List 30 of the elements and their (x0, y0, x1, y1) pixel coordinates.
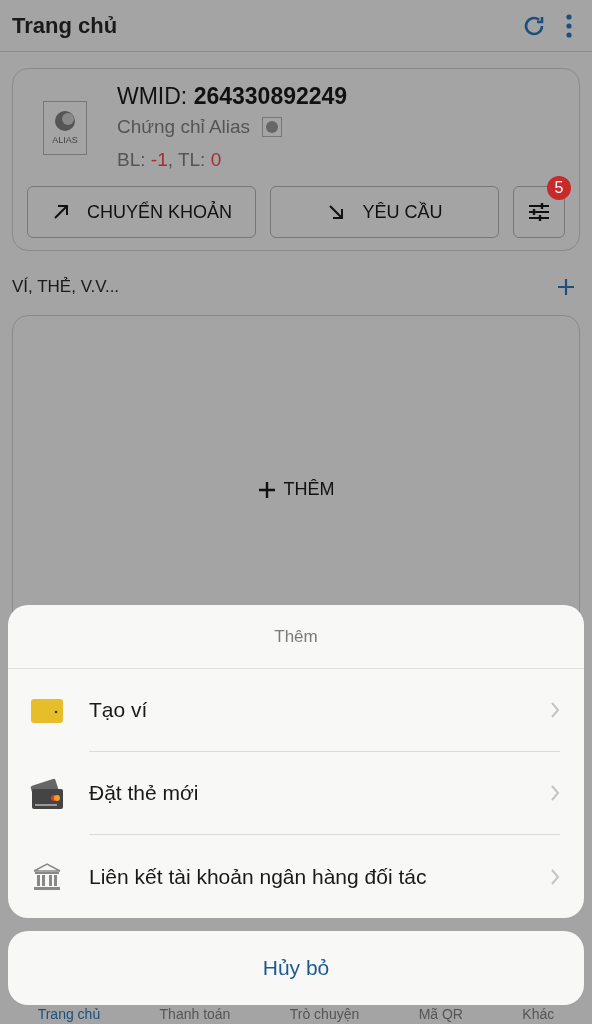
logo-text: ALIAS (52, 136, 78, 145)
request-button[interactable]: YÊU CẦU (270, 186, 499, 238)
section-title: VÍ, THẺ, V.V... (12, 276, 120, 299)
plus-icon (257, 480, 276, 499)
certificate-text: Chứng chỉ Alias (117, 115, 251, 139)
notification-badge: 5 (547, 176, 571, 200)
bank-icon (31, 860, 63, 893)
wallet-icon (30, 697, 64, 724)
cancel-button[interactable]: Hủy bỏ (8, 931, 584, 1005)
sheet-menu-item[interactable]: Liên kết tài khoản ngân hàng đối tác (8, 835, 584, 918)
menu-item-label: Tạo ví (89, 697, 149, 724)
page-title: Trang chủ (12, 12, 118, 40)
sheet-title: Thêm (274, 625, 318, 648)
more-menu-icon[interactable] (566, 13, 572, 38)
menu-item-label: Đặt thẻ mới (89, 780, 200, 807)
certificate-icon (262, 117, 283, 138)
globe-icon (54, 110, 76, 132)
add-text: THÊM (283, 478, 335, 501)
chevron-right-icon (550, 701, 560, 719)
wmid-text: WMID: 264330892249 (117, 82, 348, 111)
balance-text: BL: -1, TL: 0 (117, 147, 223, 172)
sliders-icon (528, 202, 550, 222)
transfer-button[interactable]: CHUYỂN KHOẢN (27, 186, 256, 238)
credit-card-icon (30, 777, 64, 810)
menu-item-label: Liên kết tài khoản ngân hàng đối tác (89, 863, 428, 890)
tab-bar-item[interactable]: Trang chủ (37, 1007, 101, 1021)
chevron-right-icon (550, 867, 560, 886)
chevron-right-icon (550, 784, 560, 802)
sheet-menu-item[interactable]: Đặt thẻ mới (8, 752, 584, 835)
add-icon[interactable] (556, 277, 576, 297)
